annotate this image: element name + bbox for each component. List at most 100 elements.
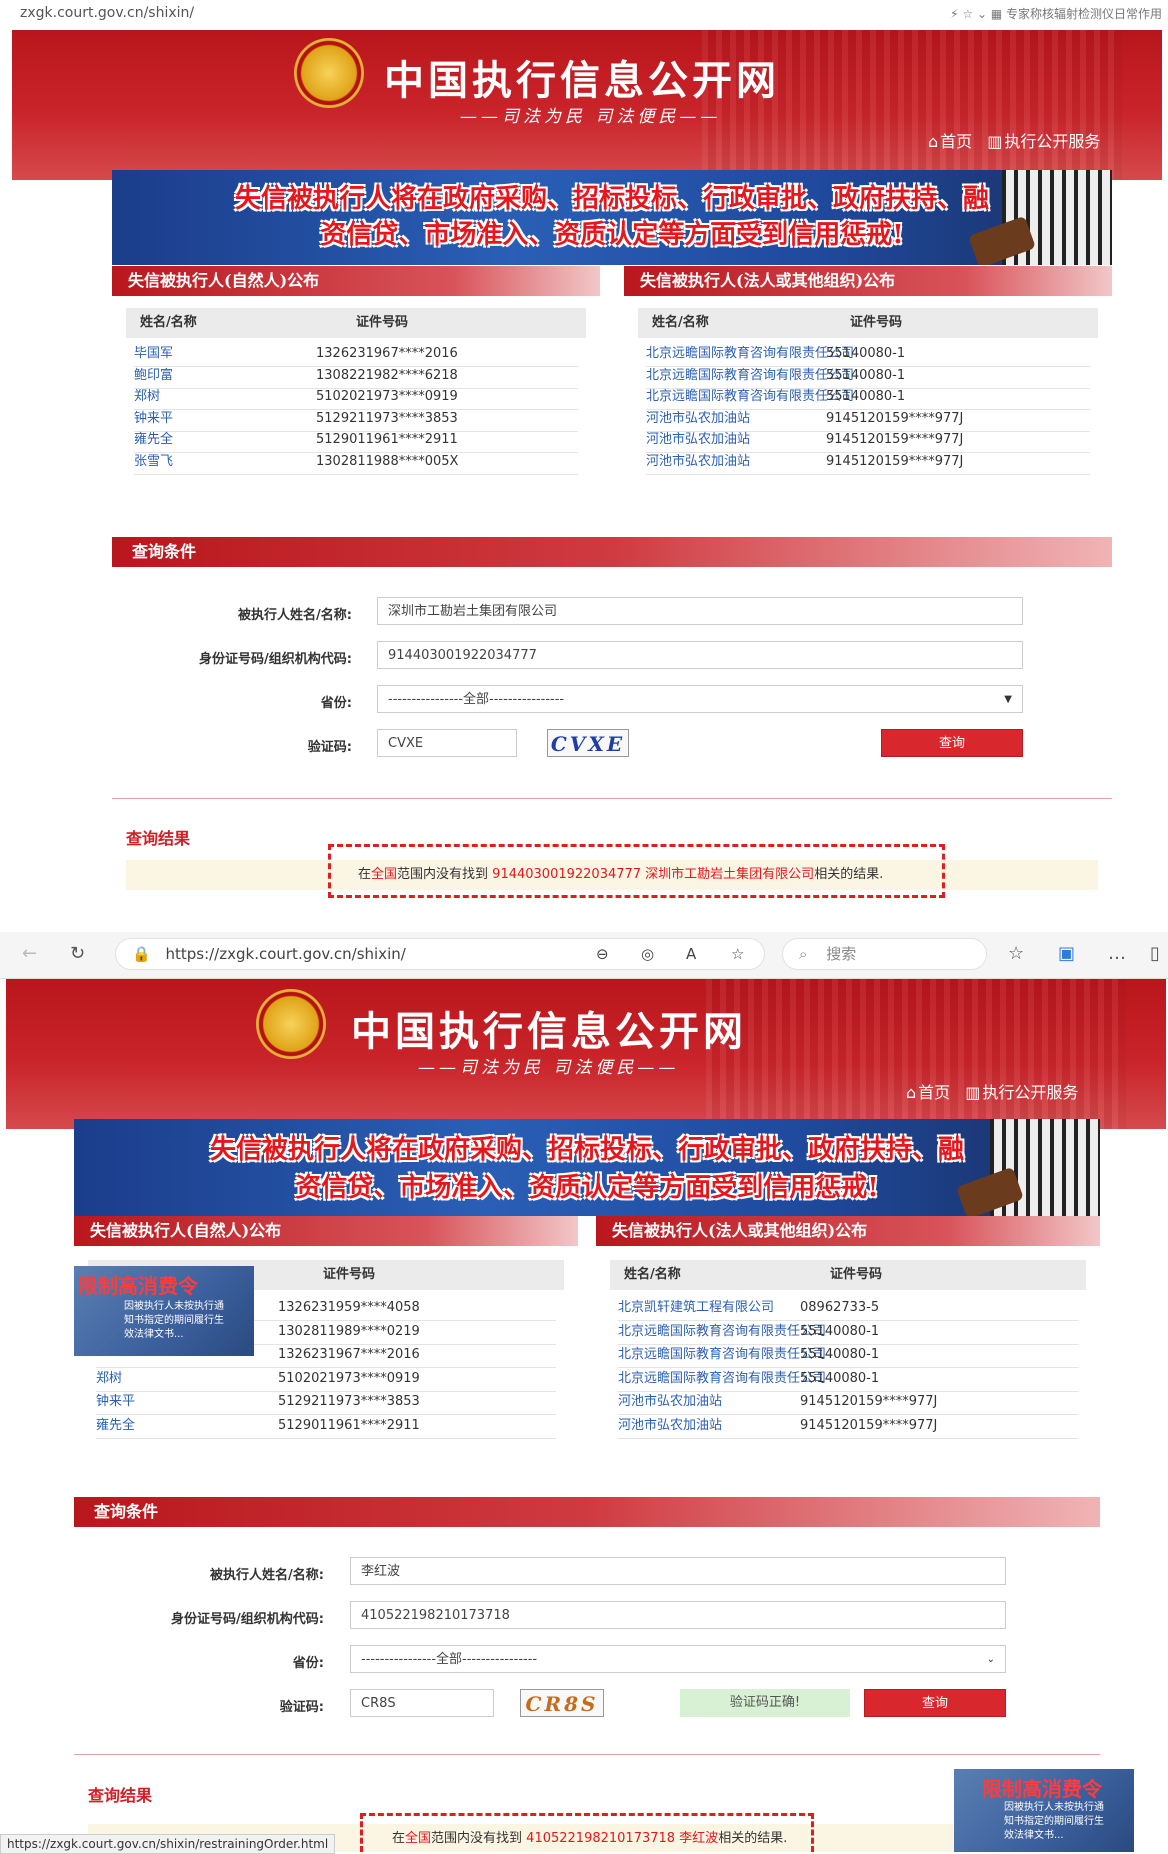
promo-title: 限制高消费令: [982, 1777, 1102, 1801]
browser-search[interactable]: ⌕ 搜索: [782, 938, 987, 970]
chart-icon: ▥: [965, 1083, 981, 1102]
row-id: 5129211973****3853: [278, 1394, 420, 1409]
row-id: 1302811988****005X: [316, 453, 459, 469]
row-name[interactable]: 北京凯轩建筑工程有限公司: [618, 1296, 774, 1320]
table-row[interactable]: 北京远瞻国际教育咨询有限责任公司 55140080-1: [618, 1320, 1078, 1345]
table-header: 姓名/名称 证件号码: [126, 308, 586, 338]
id-input[interactable]: 914403001922034777: [377, 641, 1023, 669]
row-name[interactable]: 河池市弘农加油站: [618, 1390, 722, 1414]
table-row[interactable]: 张雪飞 1302811988****005X: [134, 450, 578, 475]
row-name[interactable]: 毕国军: [134, 342, 173, 366]
row-name[interactable]: 郑树: [96, 1367, 122, 1391]
row-name[interactable]: 北京远瞻国际教育咨询有限责任公司: [646, 342, 854, 366]
nav-service-link[interactable]: 执行公开服务: [1004, 132, 1100, 151]
read-aloud-icon[interactable]: A: [686, 939, 696, 969]
back-icon[interactable]: ←: [22, 943, 37, 964]
row-name[interactable]: 北京远瞻国际教育咨询有限责任公司: [618, 1343, 826, 1367]
col-name-header: 姓名/名称: [652, 315, 709, 330]
address-url: https://zxgk.court.gov.cn/shixin/: [165, 945, 406, 963]
refresh-icon[interactable]: ↻: [70, 943, 85, 964]
province-select[interactable]: ----------------全部---------------- ▼: [377, 685, 1023, 713]
table-row[interactable]: 郑树 5102021973****0919: [96, 1367, 556, 1392]
captcha-image[interactable]: CR8S: [520, 1689, 604, 1717]
nav-home-link[interactable]: 首页: [918, 1083, 950, 1102]
site-slogan: ——司法为民 司法便民——: [418, 1058, 680, 1078]
highlight-box: [328, 844, 945, 898]
table-row[interactable]: 河池市弘农加油站 9145120159****977J: [646, 450, 1090, 475]
zoom-icon[interactable]: ⊖: [596, 939, 609, 969]
row-name[interactable]: 钟来平: [96, 1390, 135, 1414]
table-row[interactable]: 北京凯轩建筑工程有限公司 08962733-5: [618, 1296, 1078, 1321]
legal-entity-panel: 失信被执行人(法人或其他组织)公布 姓名/名称 证件号码 北京远瞻国际教育咨询有…: [624, 266, 1112, 538]
row-name[interactable]: 河池市弘农加油站: [618, 1414, 722, 1438]
query-form: 被执行人姓名/名称: 李红波 身份证号码/组织机构代码: 41052219821…: [74, 1527, 1100, 1727]
row-id: 1326231967****2016: [316, 346, 458, 361]
table-row[interactable]: 北京远瞻国际教育咨询有限责任公司 55140080-1: [618, 1343, 1078, 1368]
row-name[interactable]: 鲍印富: [134, 364, 173, 388]
row-name[interactable]: 张雪飞: [134, 450, 173, 474]
url-text[interactable]: zxgk.court.gov.cn/shixin/: [20, 5, 194, 21]
row-name[interactable]: 北京远瞻国际教育咨询有限责任公司: [646, 364, 854, 388]
row-id: 55140080-1: [826, 389, 906, 404]
table-row[interactable]: 雍先全 5129011961****2911: [96, 1414, 556, 1439]
search-button[interactable]: 查询: [881, 729, 1023, 757]
province-label: 省份:: [292, 1656, 324, 1671]
favorites-list-icon[interactable]: ☆: [1008, 943, 1024, 964]
row-id: 55140080-1: [800, 1323, 880, 1339]
collections-icon[interactable]: ▣: [1058, 943, 1075, 964]
name-label: 被执行人姓名/名称:: [210, 1568, 324, 1583]
row-name[interactable]: 河池市弘农加油站: [646, 428, 750, 452]
table-row[interactable]: 河池市弘农加油站 9145120159****977J: [618, 1390, 1078, 1415]
row-id: 55140080-1: [800, 1370, 880, 1386]
natural-person-panel: 失信被执行人(自然人)公布 姓名/名称 证件号码 1326231959****4…: [74, 1216, 578, 1466]
captcha-image[interactable]: CVXE: [547, 729, 629, 757]
name-input[interactable]: 李红波: [350, 1557, 1006, 1585]
row-name[interactable]: 北京远瞻国际教育咨询有限责任公司: [646, 385, 854, 409]
nav-home-link[interactable]: 首页: [940, 132, 972, 151]
address-bar[interactable]: 🔒 https://zxgk.court.gov.cn/shixin/ ⊖ ◎ …: [115, 938, 765, 970]
row-name[interactable]: 郑树: [134, 385, 160, 409]
panel-title: 失信被执行人(法人或其他组织)公布: [624, 266, 1112, 296]
col-name-header: 姓名/名称: [624, 1267, 681, 1282]
row-name[interactable]: 雍先全: [96, 1414, 135, 1438]
province-select[interactable]: ----------------全部---------------- ⌄: [350, 1645, 1006, 1673]
news-ticker-text[interactable]: 专家称核辐射检测仪日常作用: [1006, 7, 1162, 21]
row-name[interactable]: 雍先全: [134, 428, 173, 452]
row-name[interactable]: 河池市弘农加油站: [646, 407, 750, 431]
sidebar-icon[interactable]: ▯: [1150, 943, 1160, 964]
favorite-icon[interactable]: ☆: [731, 939, 744, 969]
row-name[interactable]: 北京远瞻国际教育咨询有限责任公司: [618, 1320, 826, 1344]
result-title: 查询结果: [126, 829, 191, 848]
id-input[interactable]: 410522198210173718: [350, 1601, 1006, 1629]
search-placeholder: 搜索: [826, 945, 857, 963]
nav-service-link[interactable]: 执行公开服务: [982, 1083, 1078, 1102]
col-name-header: 姓名/名称: [140, 315, 197, 330]
col-id-header: 证件号码: [830, 1267, 883, 1282]
table-header: 姓名/名称 证件号码: [610, 1260, 1086, 1290]
header-nav: ⌂ 首页 ▥ 执行公开服务: [918, 128, 1100, 152]
captcha-input[interactable]: CR8S: [350, 1689, 494, 1717]
site-title: 中国执行信息公开网: [384, 57, 780, 104]
row-name[interactable]: 钟来平: [134, 407, 173, 431]
home-icon: ⌂: [928, 132, 939, 151]
restraining-order-promo[interactable]: 限制高消费令 因被执行人未按执行通 知书指定的期间履行生 效法律文书...: [74, 1266, 254, 1356]
table-row[interactable]: 河池市弘农加油站 9145120159****977J: [618, 1414, 1078, 1439]
row-id: 5102021973****0919: [278, 1370, 420, 1386]
table-row[interactable]: 钟来平 5129211973****3853: [96, 1390, 556, 1415]
promo-line-2: 知书指定的期间履行生: [124, 1315, 224, 1326]
more-menu-icon[interactable]: …: [1108, 943, 1126, 964]
extension-icon[interactable]: ◎: [641, 939, 654, 969]
search-button[interactable]: 查询: [864, 1689, 1006, 1717]
restraining-order-float[interactable]: 限制高消费令 因被执行人未按执行通 知书指定的期间履行生 效法律文书...: [954, 1769, 1134, 1852]
table-row[interactable]: 北京远瞻国际教育咨询有限责任公司 55140080-1: [618, 1367, 1078, 1392]
row-id: 9145120159****977J: [800, 1394, 938, 1409]
lock-icon: 🔒: [132, 945, 151, 963]
credit-warning-banner: 失信被执行人将在政府采购、招标投标、行政审批、政府扶持、融 资信贷、市场准入、资…: [112, 170, 1112, 265]
row-name[interactable]: 河池市弘农加油站: [646, 450, 750, 474]
captcha-label: 验证码:: [307, 740, 352, 755]
result-divider: [112, 798, 1112, 799]
captcha-input[interactable]: CVXE: [377, 729, 517, 757]
row-name[interactable]: 北京远瞻国际教育咨询有限责任公司: [618, 1367, 826, 1391]
name-input[interactable]: 深圳市工勘岩土集团有限公司: [377, 597, 1023, 625]
screenshot-1: 中国执行信息公开网 ——司法为民 司法便民—— ⌂ 首页 ▥ 执行公开服务 失信被执…: [12, 30, 1162, 927]
